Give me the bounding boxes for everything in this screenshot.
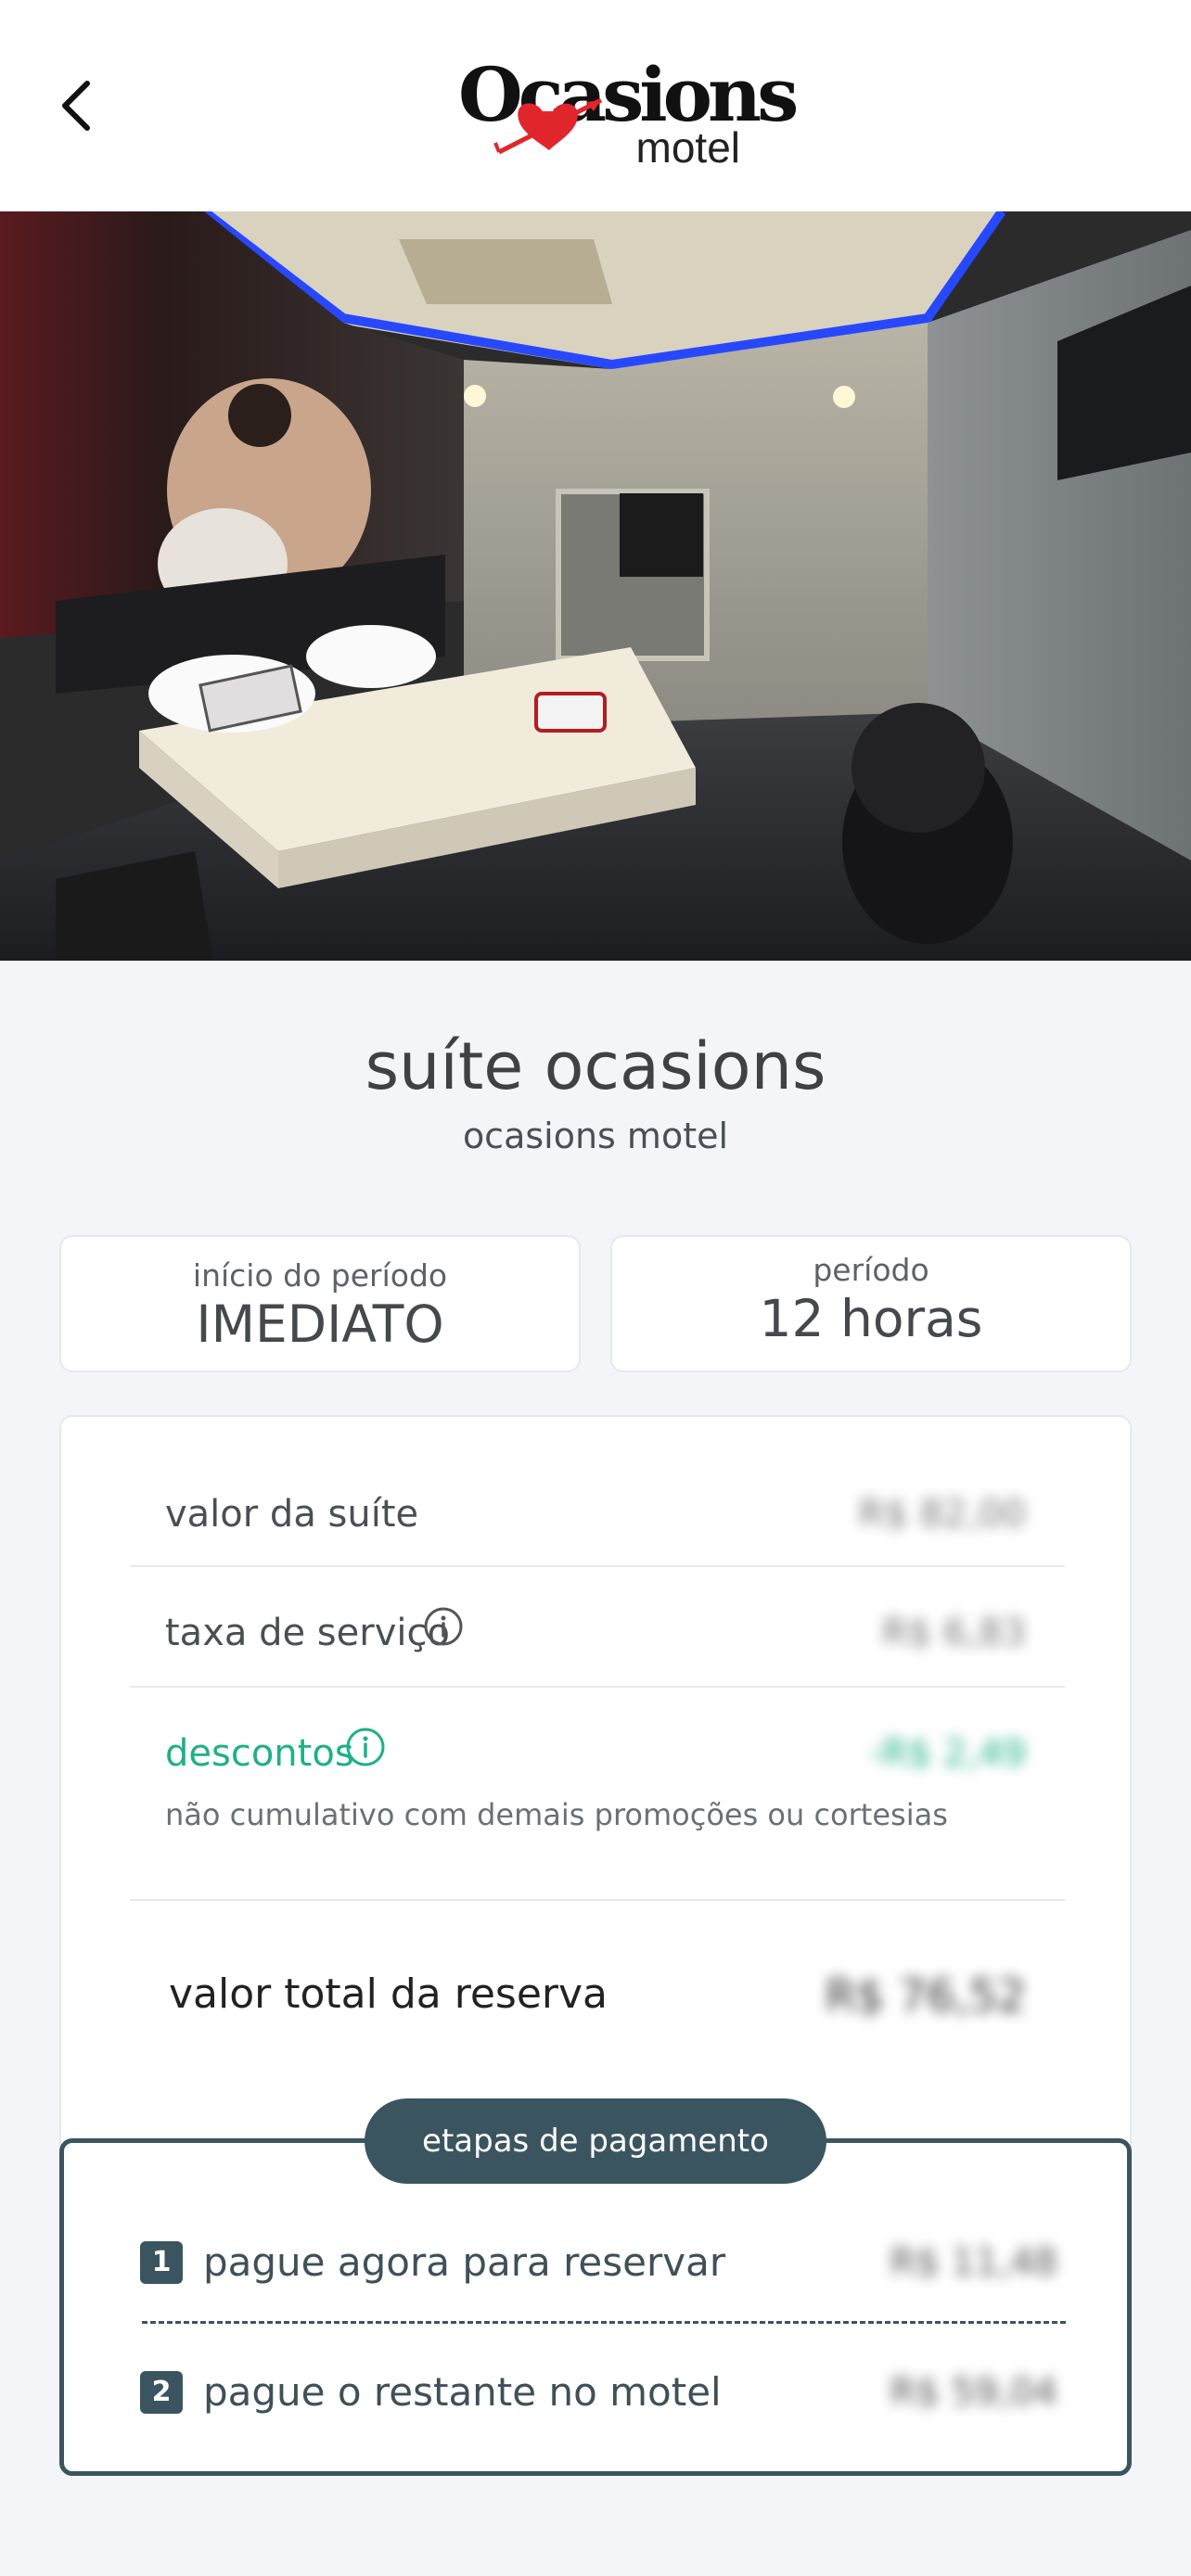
divider <box>130 1565 1065 1567</box>
top-bar: Ocasions motel <box>0 0 1191 211</box>
divider <box>130 1686 1065 1688</box>
step-2-value: R$ 59,04 <box>890 2371 1057 2414</box>
discounts-label: descontos <box>165 1732 354 1775</box>
period-label: período <box>813 1252 929 1288</box>
step-1-label: pague agora para reservar <box>203 2239 726 2285</box>
period-value: 12 horas <box>759 1289 983 1348</box>
discount-note: não cumulativo com demais promoções ou c… <box>165 1797 948 1832</box>
total-value: R$ 76,52 <box>825 1970 1026 2022</box>
period-start-card[interactable]: início do período IMEDIATO <box>59 1235 581 1372</box>
back-button[interactable] <box>52 72 104 139</box>
info-icon[interactable] <box>423 1606 464 1647</box>
step-divider <box>142 2321 1066 2324</box>
service-fee-label: taxa de serviço <box>165 1612 450 1654</box>
payment-steps-box: 1 pague agora para reservar R$ 11,48 2 p… <box>59 2138 1132 2476</box>
suite-title: suíte ocasions <box>365 1028 826 1104</box>
chevron-left-icon <box>62 81 90 131</box>
period-start-label: início do período <box>192 1257 448 1294</box>
discounts-value: -R$ 2,49 <box>868 1732 1026 1775</box>
step-2-badge: 2 <box>140 2371 183 2414</box>
period-duration-card[interactable]: período 12 horas <box>610 1235 1132 1372</box>
suite-photo <box>0 211 1191 961</box>
service-fee-value: R$ 6,83 <box>881 1612 1026 1654</box>
step-1-value: R$ 11,48 <box>890 2241 1057 2284</box>
ocasions-logo: Ocasions motel <box>455 50 799 172</box>
total-label: valor total da reserva <box>169 1970 608 2018</box>
discount-info-icon[interactable] <box>345 1727 386 1767</box>
step-2-label: pague o restante no motel <box>203 2369 722 2415</box>
suite-price-value: R$ 82,00 <box>858 1493 1026 1536</box>
heart-arrow-icon <box>493 97 603 155</box>
suite-price-label: valor da suíte <box>165 1493 419 1536</box>
logo-subtitle: motel <box>635 123 740 172</box>
motel-name: ocasions motel <box>462 1116 729 1156</box>
suite-photo-carousel[interactable] <box>0 211 1191 961</box>
period-start-value: IMEDIATO <box>196 1294 444 1354</box>
price-summary-card: valor da suíte R$ 82,00 taxa de serviço … <box>59 1415 1132 2157</box>
divider <box>130 1899 1065 1901</box>
step-1-badge: 1 <box>140 2241 183 2284</box>
payment-steps-title: etapas de pagamento <box>365 2098 826 2184</box>
